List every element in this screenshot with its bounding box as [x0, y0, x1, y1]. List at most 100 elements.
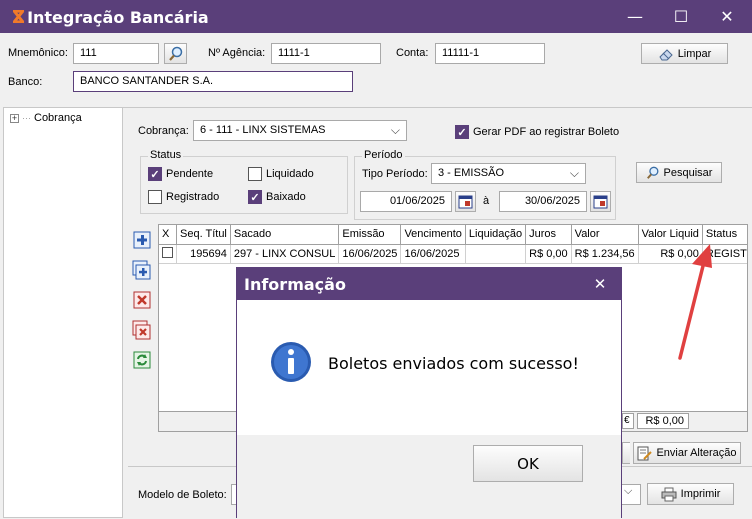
edit-document-icon [637, 446, 653, 460]
tipo-periodo-label: Tipo Período: [362, 168, 428, 180]
delete-multiple-icon[interactable] [132, 320, 152, 340]
status-liquidado-label: Liquidado [266, 168, 314, 180]
unchecked-box-icon [148, 190, 162, 204]
col-header-valor[interactable]: Valor [571, 225, 639, 245]
dialog-title: Informação [244, 275, 346, 294]
mnemonico-input[interactable]: 111 [73, 43, 159, 64]
footer-partial-total: € [622, 413, 634, 429]
magnifier-icon [168, 46, 182, 61]
col-header-juros[interactable]: Juros [525, 225, 572, 245]
status-pendente-checkbox[interactable]: ✓ Pendente [148, 167, 213, 181]
tree-connector-icon: ··· [22, 113, 31, 123]
mnemonico-label: Mnemônico: [8, 47, 68, 59]
eraser-icon [659, 48, 673, 60]
tipo-periodo-value: 3 - EMISSÃO [438, 167, 505, 179]
refresh-icon[interactable] [132, 350, 152, 370]
data-fim-calendar-button[interactable] [590, 191, 611, 212]
magnifier-icon [646, 166, 658, 179]
dialog-message: Boletos enviados com sucesso! [328, 354, 579, 373]
cobranca-select[interactable]: 6 - 111 - LINX SISTEMAS ⌵ [193, 120, 407, 141]
col-header-sacado[interactable]: Sacado [230, 225, 340, 245]
annotation-arrow-icon [678, 244, 712, 360]
modelo-boleto-label: Modelo de Boleto: [138, 489, 227, 501]
col-header-emissao[interactable]: Emissão [338, 225, 402, 245]
tree-item-cobranca[interactable]: + ··· Cobrança [10, 112, 82, 124]
status-group [140, 156, 348, 214]
limpar-label: Limpar [677, 47, 712, 60]
delete-icon[interactable] [132, 290, 152, 310]
ok-button[interactable]: OK [473, 445, 583, 482]
data-ate-label: à [483, 195, 490, 207]
enviar-alteracao-button[interactable]: Enviar Alteração [633, 442, 741, 464]
dialog-close-button[interactable]: ✕ [587, 273, 613, 295]
periodo-group-label: Período [362, 149, 405, 161]
status-registrado-label: Registrado [166, 191, 220, 203]
boletos-table: X Seq. Títul Sacado Emissão Vencimento L… [159, 225, 747, 264]
data-fim-input[interactable]: 30/06/2025 [499, 191, 587, 212]
footer-total: R$ 0,00 [637, 413, 689, 429]
calendar-icon [593, 195, 608, 209]
gerar-pdf-checkbox[interactable]: ✓ Gerar PDF ao registrar Boleto [455, 125, 619, 139]
col-header-seq[interactable]: Seq. Títul [176, 225, 231, 245]
imprimir-label: Imprimir [680, 488, 721, 500]
agencia-label: Nº Agência: [208, 47, 266, 59]
chevron-down-icon: ⌵ [569, 166, 579, 180]
window-title: ⴵ Integração Bancária [12, 7, 209, 28]
status-registrado-checkbox[interactable]: Registrado [148, 190, 219, 204]
tree-item-label: Cobrança [34, 112, 82, 124]
chevron-down-icon: ⌵ [624, 485, 633, 497]
window-title-text: Integração Bancária [27, 8, 209, 27]
status-liquidado-checkbox[interactable]: Liquidado [248, 167, 314, 181]
col-header-liquidacao[interactable]: Liquidação [465, 225, 527, 245]
grid-header-row: X Seq. Títul Sacado Emissão Vencimento L… [159, 225, 747, 245]
enviar-alteracao-label: Enviar Alteração [656, 447, 737, 459]
cobranca-select-value: 6 - 111 - LINX SISTEMAS [200, 124, 326, 136]
pesquisar-button[interactable]: Pesquisar [636, 162, 722, 183]
search-mnemonico-button[interactable] [164, 43, 187, 64]
expand-icon[interactable]: + [10, 113, 19, 123]
cell-liquidacao [465, 244, 527, 264]
data-inicio-input[interactable]: 01/06/2025 [360, 191, 452, 212]
add-multiple-icon[interactable] [132, 260, 152, 280]
navigation-tree: + ··· Cobrança [3, 107, 123, 518]
close-window-button[interactable]: ✕ [704, 0, 750, 33]
info-icon [271, 342, 311, 382]
cobranca-label: Cobrança: [138, 125, 189, 137]
unchecked-box-icon [162, 246, 173, 258]
col-header-vencimento[interactable]: Vencimento [400, 225, 466, 245]
status-baixado-checkbox[interactable]: ✓ Baixado [248, 190, 306, 204]
gerar-pdf-check-icon: ✓ [455, 125, 469, 139]
conta-input[interactable]: 11111-1 [435, 43, 545, 64]
table-row[interactable]: 195694 297 - LINX CONSUL 16/06/2025 16/0… [159, 244, 747, 264]
agencia-input[interactable]: 1111-1 [271, 43, 381, 64]
cell-valor: R$ 1.234,56 [571, 244, 639, 264]
gerar-pdf-label: Gerar PDF ao registrar Boleto [473, 126, 620, 138]
status-pendente-label: Pendente [166, 168, 214, 180]
chevron-down-icon: ⌵ [390, 123, 400, 137]
tipo-periodo-select[interactable]: 3 - EMISSÃO ⌵ [431, 163, 586, 184]
minimize-button[interactable]: — [612, 0, 658, 33]
add-icon[interactable] [132, 230, 152, 250]
row-checkbox[interactable] [159, 244, 177, 264]
banco-input[interactable]: BANCO SANTANDER S.A. [73, 71, 353, 92]
col-header-x[interactable]: X [159, 225, 177, 245]
status-group-label: Status [148, 149, 184, 161]
cell-emissao: 16/06/2025 [338, 244, 402, 264]
cell-sacado: 297 - LINX CONSUL [230, 244, 340, 264]
check-icon: ✓ [148, 167, 162, 181]
cell-seq: 195694 [176, 244, 231, 264]
maximize-button[interactable]: ☐ [658, 0, 704, 33]
conta-label: Conta: [396, 47, 429, 59]
check-icon: ✓ [248, 190, 262, 204]
imprimir-button[interactable]: Imprimir [647, 483, 734, 505]
limpar-button[interactable]: Limpar [641, 43, 728, 64]
cell-vencimento: 16/06/2025 [400, 244, 466, 264]
status-baixado-label: Baixado [266, 191, 306, 203]
banco-label: Banco: [8, 76, 43, 88]
cell-juros: R$ 0,00 [525, 244, 572, 264]
data-inicio-calendar-button[interactable] [455, 191, 476, 212]
app-logo-icon: ⴵ [12, 7, 26, 28]
printer-icon [661, 487, 677, 501]
hidden-action-button[interactable] [622, 442, 630, 464]
modelo-boleto-select-right[interactable]: ⌵ [619, 484, 641, 505]
